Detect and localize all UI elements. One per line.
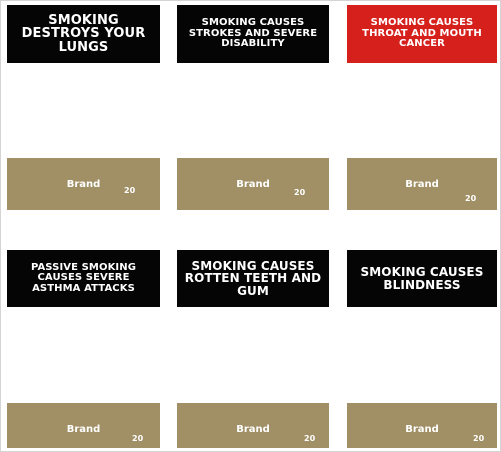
pack-count: 20: [304, 434, 316, 443]
health-warning-label: SMOKING CAUSES THROAT AND MOUTH CANCER: [347, 5, 497, 63]
health-warning-label: SMOKING DESTROYS YOUR LUNGS: [7, 5, 160, 63]
pack-count: 20: [473, 434, 485, 443]
health-warning-label: SMOKING CAUSES STROKES AND SEVERE DISABI…: [177, 5, 329, 63]
health-warning-label: SMOKING CAUSES ROTTEN TEETH AND GUM: [177, 250, 329, 307]
health-warning-label: PASSIVE SMOKING CAUSES SEVERE ASTHMA ATT…: [7, 250, 160, 307]
plain-pack: Brand 20: [7, 158, 160, 210]
health-warning-label: SMOKING CAUSES BLINDNESS: [347, 250, 497, 307]
pack-count: 20: [465, 194, 477, 203]
plain-pack: Brand 20: [177, 158, 329, 210]
brand-name: Brand: [405, 179, 439, 190]
plain-pack: Brand 20: [347, 158, 497, 210]
pack-count: 20: [124, 186, 136, 195]
plain-pack: Brand 20: [347, 403, 497, 448]
pack-count: 20: [294, 188, 306, 197]
plain-pack: Brand 20: [177, 403, 329, 448]
brand-name: Brand: [66, 179, 101, 190]
image-frame: [0, 0, 501, 452]
plain-pack: Brand 20: [7, 403, 160, 448]
brand-name: Brand: [236, 179, 270, 190]
pack-count: 20: [132, 434, 144, 443]
